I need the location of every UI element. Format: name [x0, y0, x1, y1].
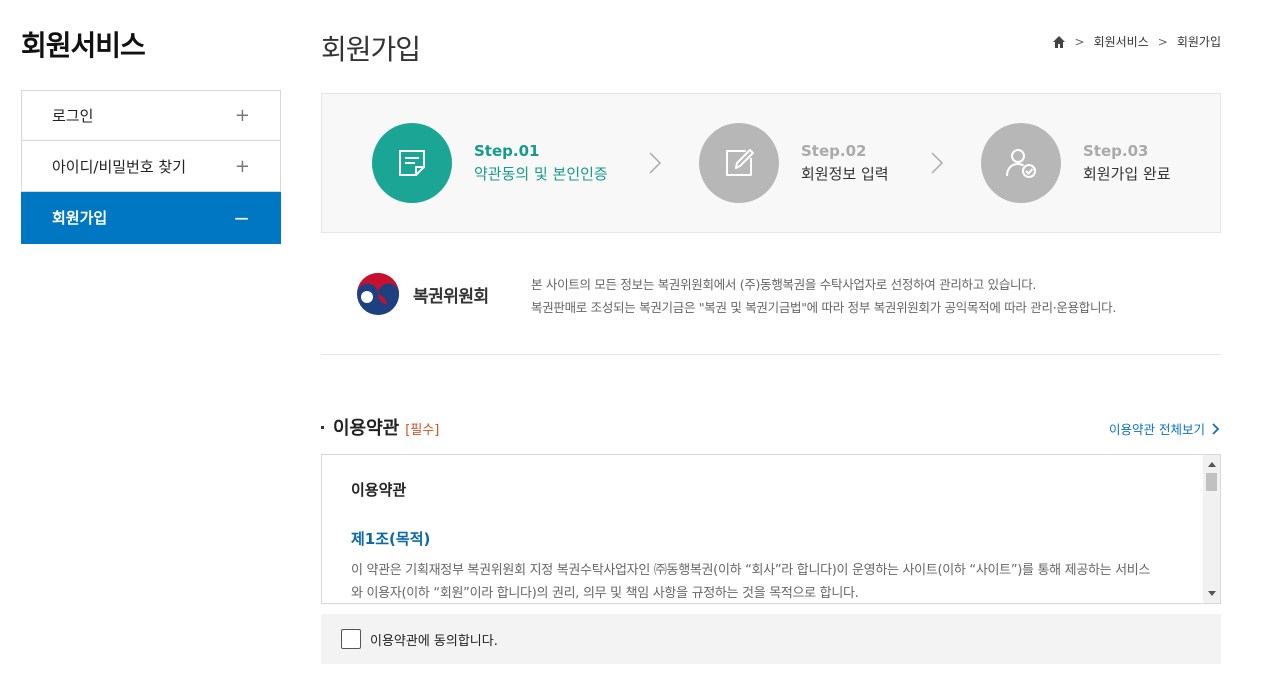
scroll-down-icon[interactable] — [1203, 586, 1220, 601]
step-2: Step.02 회원정보 입력 — [699, 123, 889, 203]
terms-title: 이용약관 — [333, 418, 400, 439]
terms-heading: 이용약관 [필수] — [321, 414, 439, 440]
breadcrumb-item[interactable]: 회원가입 — [1177, 33, 1221, 50]
view-all-terms-label: 이용약관 전체보기 — [1109, 422, 1205, 437]
minus-icon: − — [233, 205, 250, 230]
article-title: 제1조(목적) — [351, 530, 431, 548]
info-description: 본 사이트의 모든 정보는 복권위원회에서 (주)동행복권을 수탁사업자로 선정… — [531, 273, 1116, 319]
breadcrumb: > 회원서비스 > 회원가입 — [1052, 33, 1221, 50]
sidebar-item-find-id-password[interactable]: 아이디/비밀번호 찾기 + — [21, 141, 281, 192]
step-number: Step.02 — [801, 142, 867, 160]
sidebar-item-login[interactable]: 로그인 + — [21, 90, 281, 141]
plus-icon: + — [234, 105, 250, 126]
view-all-terms-link[interactable]: 이용약관 전체보기 — [1109, 419, 1221, 438]
scroll-up-icon[interactable] — [1203, 457, 1220, 472]
sidebar-item-label: 회원가입 — [52, 209, 108, 227]
article-body: 이 약관은 기획재정부 복권위원회 지정 복권수탁사업자인 ㈜동행복권(이하 “… — [351, 559, 1181, 603]
required-badge: [필수] — [405, 423, 440, 438]
step-label: 약관동의 및 본인인증 — [474, 165, 608, 183]
breadcrumb-item[interactable]: 회원서비스 — [1094, 33, 1149, 50]
sidebar-menu: 로그인 + 아이디/비밀번호 찾기 + 회원가입 − — [21, 90, 281, 244]
page-title: 회원가입 — [321, 33, 421, 66]
terms-agree-checkbox[interactable] — [341, 629, 361, 649]
sidebar-title: 회원서비스 — [21, 29, 146, 62]
step-3: Step.03 회원가입 완료 — [981, 123, 1171, 203]
home-icon[interactable] — [1052, 35, 1066, 49]
terms-agree-label[interactable]: 이용약관에 동의합니다. — [370, 630, 498, 649]
chevron-right-icon: > — [1157, 34, 1168, 49]
signup-steps: Step.01 약관동의 및 본인인증 Step.02 회원정보 입력 Step… — [321, 93, 1221, 233]
step-number: Step.03 — [1083, 142, 1149, 160]
logo-text: 복권위원회 — [413, 286, 489, 307]
terms-content-box[interactable]: 이용약관 제1조(목적) 이 약관은 기획재정부 복권위원회 지정 복권수탁사업… — [321, 454, 1221, 604]
step-label: 회원정보 입력 — [801, 165, 889, 183]
sidebar-item-label: 로그인 — [52, 107, 94, 125]
chevron-right-icon — [1212, 422, 1220, 435]
scrollbar-thumb[interactable] — [1206, 473, 1217, 491]
sidebar-item-signup[interactable]: 회원가입 − — [21, 192, 281, 244]
article-body-line: 이 약관은 기획재정부 복권위원회 지정 복권수탁사업자인 ㈜동행복권(이하 “… — [351, 563, 1151, 578]
step-label: 회원가입 완료 — [1083, 165, 1171, 183]
article-body-line: 와 이용자(이하 “회원”이라 합니다)의 권리, 의무 및 책임 사항을 규정… — [351, 586, 859, 601]
step-1: Step.01 약관동의 및 본인인증 — [372, 123, 608, 203]
user-check-icon — [981, 123, 1061, 203]
sidebar-item-label: 아이디/비밀번호 찾기 — [52, 157, 187, 176]
document-icon — [372, 123, 452, 203]
terms-agree-row: 이용약관에 동의합니다. — [321, 614, 1221, 664]
terms-content: 이용약관 제1조(목적) 이 약관은 기획재정부 복권위원회 지정 복권수탁사업… — [351, 479, 1181, 603]
chevron-right-icon: > — [1074, 34, 1085, 49]
lottery-commission-info: 복권위원회 본 사이트의 모든 정보는 복권위원회에서 (주)동행복권을 수탁사… — [321, 233, 1221, 355]
terms-content-title: 이용약관 — [351, 481, 407, 499]
step-number: Step.01 — [474, 142, 540, 160]
edit-icon — [699, 123, 779, 203]
lottery-commission-logo: 복권위원회 — [355, 271, 489, 317]
terms-scrollbar[interactable] — [1203, 455, 1220, 603]
terms-header: 이용약관 [필수] 이용약관 전체보기 — [321, 414, 1221, 440]
taegeuk-logo-icon — [357, 273, 399, 315]
bullet-icon — [321, 426, 324, 429]
chevron-right-icon — [649, 152, 662, 174]
plus-icon: + — [234, 155, 250, 177]
chevron-right-icon — [931, 152, 944, 174]
info-line: 복권판매로 조성되는 복권기금은 "복권 및 복권기금법"에 따라 정부 복권위… — [531, 300, 1117, 315]
info-line: 본 사이트의 모든 정보는 복권위원회에서 (주)동행복권을 수탁사업자로 선정… — [531, 277, 1037, 292]
